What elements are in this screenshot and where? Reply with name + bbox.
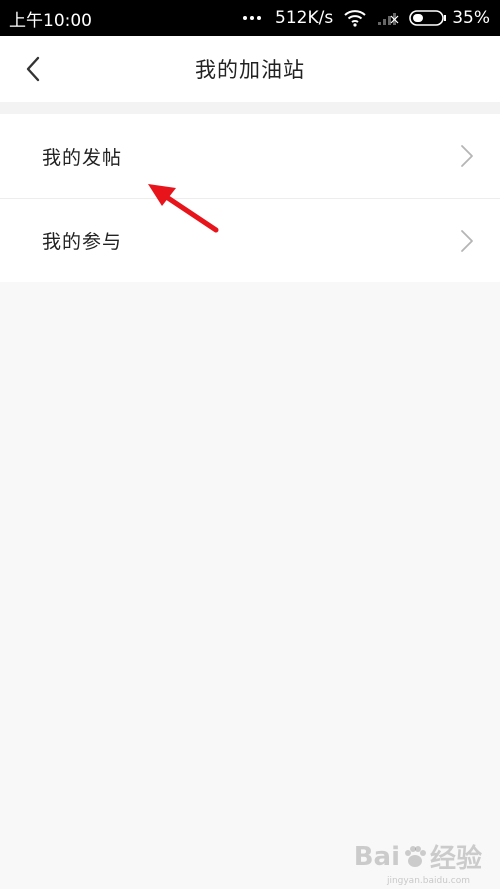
status-bar: 上午10:00 512K/s 35% [0, 0, 500, 36]
back-button[interactable] [14, 50, 52, 88]
chevron-left-icon [26, 56, 40, 82]
battery-icon [409, 10, 447, 26]
page-title: 我的加油站 [195, 58, 305, 82]
section-gap [0, 102, 500, 114]
network-speed: 512K/s [275, 8, 334, 28]
list-item-label: 我的参与 [42, 231, 123, 253]
chevron-right-icon [461, 229, 473, 252]
watermark-url: jingyan.baidu.com [386, 876, 470, 886]
watermark-suffix: 经验 [429, 844, 482, 874]
menu-list: 我的发帖 我的参与 [0, 114, 500, 282]
signal-icon [378, 13, 399, 25]
screen: 上午10:00 512K/s 35% 我的加油站 我的发帖 我的参与 Bai 经… [0, 0, 500, 889]
list-item-label: 我的发帖 [42, 146, 123, 169]
chevron-right-icon [461, 145, 473, 167]
more-dots-icon [243, 16, 262, 20]
paw-icon [404, 845, 426, 867]
app-header: 我的加油站 [0, 36, 500, 102]
status-right: 512K/s 35% [243, 8, 490, 28]
status-time: 上午10:00 [9, 10, 92, 31]
status-left: 上午10:00 [9, 6, 92, 31]
watermark-brand: Bai [353, 841, 400, 872]
battery-percent: 35% [452, 8, 490, 28]
annotation-arrow-icon [148, 184, 219, 233]
list-item-my-participation[interactable]: 我的参与 [0, 198, 500, 282]
battery: 35% [409, 8, 490, 28]
wifi-icon [344, 10, 366, 27]
list-item-my-posts[interactable]: 我的发帖 [0, 114, 500, 198]
watermark: Bai 经验 [354, 838, 482, 875]
